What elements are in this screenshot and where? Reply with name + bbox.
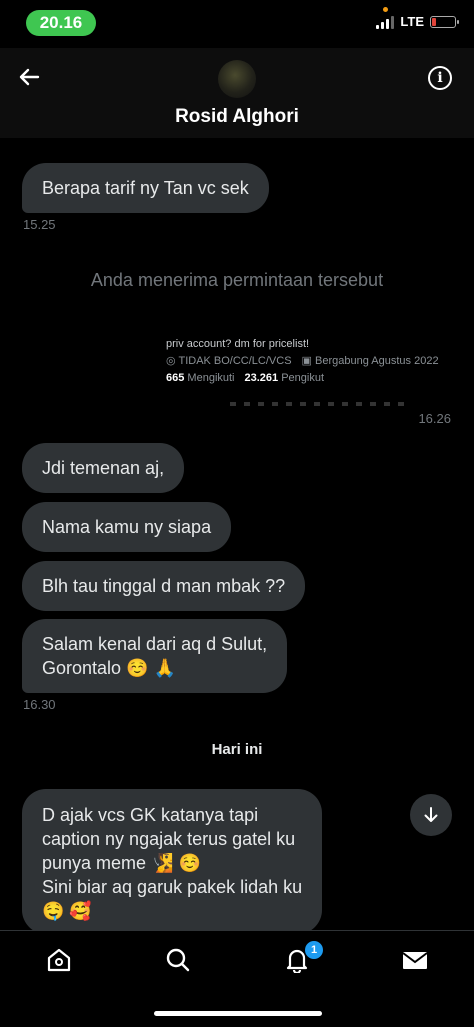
message-timestamp: 16.26	[418, 411, 451, 426]
network-label: LTE	[400, 14, 424, 29]
notification-badge: 1	[304, 940, 324, 960]
message-text-line: Salam kenal dari aq d Sulut,	[42, 634, 268, 654]
avatar[interactable]	[218, 60, 256, 98]
contact-name[interactable]: Rosid Alghori	[0, 106, 474, 128]
message-text: Jdi temenan aj,	[42, 458, 165, 478]
battery-icon	[430, 15, 459, 28]
mail-icon[interactable]	[401, 946, 429, 974]
message-text-line: Sini biar aq garuk pakek lidah ku	[42, 877, 303, 897]
cropped-card-text	[230, 402, 410, 406]
profile-joined: Bergabung Agustus 2022	[315, 355, 439, 367]
profile-location: TIDAK BO/CC/LC/VCS	[178, 355, 292, 367]
followers-stat: 23.261 Pengikut	[245, 370, 325, 387]
home-indicator[interactable]	[154, 1011, 322, 1016]
message-text: Nama kamu ny siapa	[42, 517, 212, 537]
message-text-line: 🤤 🥰	[42, 901, 92, 921]
back-arrow-icon[interactable]	[14, 62, 44, 92]
message-timestamp: 15.25	[23, 217, 56, 232]
mic-indicator-dot	[383, 7, 388, 12]
status-time: 20.16	[26, 10, 96, 36]
message-timestamp: 16.30	[23, 697, 56, 712]
following-label: Mengikuti	[187, 372, 235, 384]
scroll-down-icon[interactable]	[410, 794, 452, 836]
home-icon[interactable]	[45, 946, 73, 974]
message-bubble[interactable]: Salam kenal dari aq d Sulut, Gorontalo ☺…	[22, 619, 288, 693]
message-text-line: punya meme 🧏 ☺️	[42, 853, 201, 873]
following-count: 665	[166, 372, 185, 384]
location-icon: ◎	[166, 355, 176, 367]
joined-row: ▣ Bergabung Agustus 2022	[302, 353, 439, 370]
message-bubble[interactable]: D ajak vcs GK katanya tapi caption ny ng…	[22, 789, 323, 934]
status-icons: LTE	[376, 14, 459, 29]
message-text: Berapa tarif ny Tan vc sek	[42, 178, 249, 198]
message-text-line: D ajak vcs GK katanya tapi	[42, 805, 259, 825]
followers-count: 23.261	[244, 372, 279, 384]
location-row: ◎ TIDAK BO/CC/LC/VCS	[166, 353, 292, 370]
message-text-line: caption ny ngajak terus gatel ku	[42, 829, 296, 849]
message-text: Blh tau tinggal d man mbak ??	[42, 576, 286, 596]
message-text-line: Gorontalo ☺️ 🙏	[42, 658, 176, 678]
info-icon[interactable]: i	[428, 66, 452, 90]
message-bubble[interactable]: Jdi temenan aj,	[22, 443, 185, 493]
calendar-icon: ▣	[301, 355, 312, 367]
profile-card[interactable]: priv account? dm for pricelist! ◎ TIDAK …	[166, 336, 439, 387]
profile-bio: priv account? dm for pricelist!	[166, 338, 310, 350]
signal-icon	[376, 15, 395, 29]
day-divider: Hari ini	[211, 741, 263, 758]
message-bubble[interactable]: Berapa tarif ny Tan vc sek	[22, 163, 269, 213]
system-message: Anda menerima permintaan tersebut	[90, 270, 384, 290]
message-bubble[interactable]: Blh tau tinggal d man mbak ??	[22, 561, 306, 611]
following-stat: 665 Mengikuti	[166, 370, 235, 387]
search-icon[interactable]	[164, 946, 192, 974]
followers-label: Pengikut	[281, 372, 325, 384]
message-bubble[interactable]: Nama kamu ny siapa	[22, 502, 232, 552]
